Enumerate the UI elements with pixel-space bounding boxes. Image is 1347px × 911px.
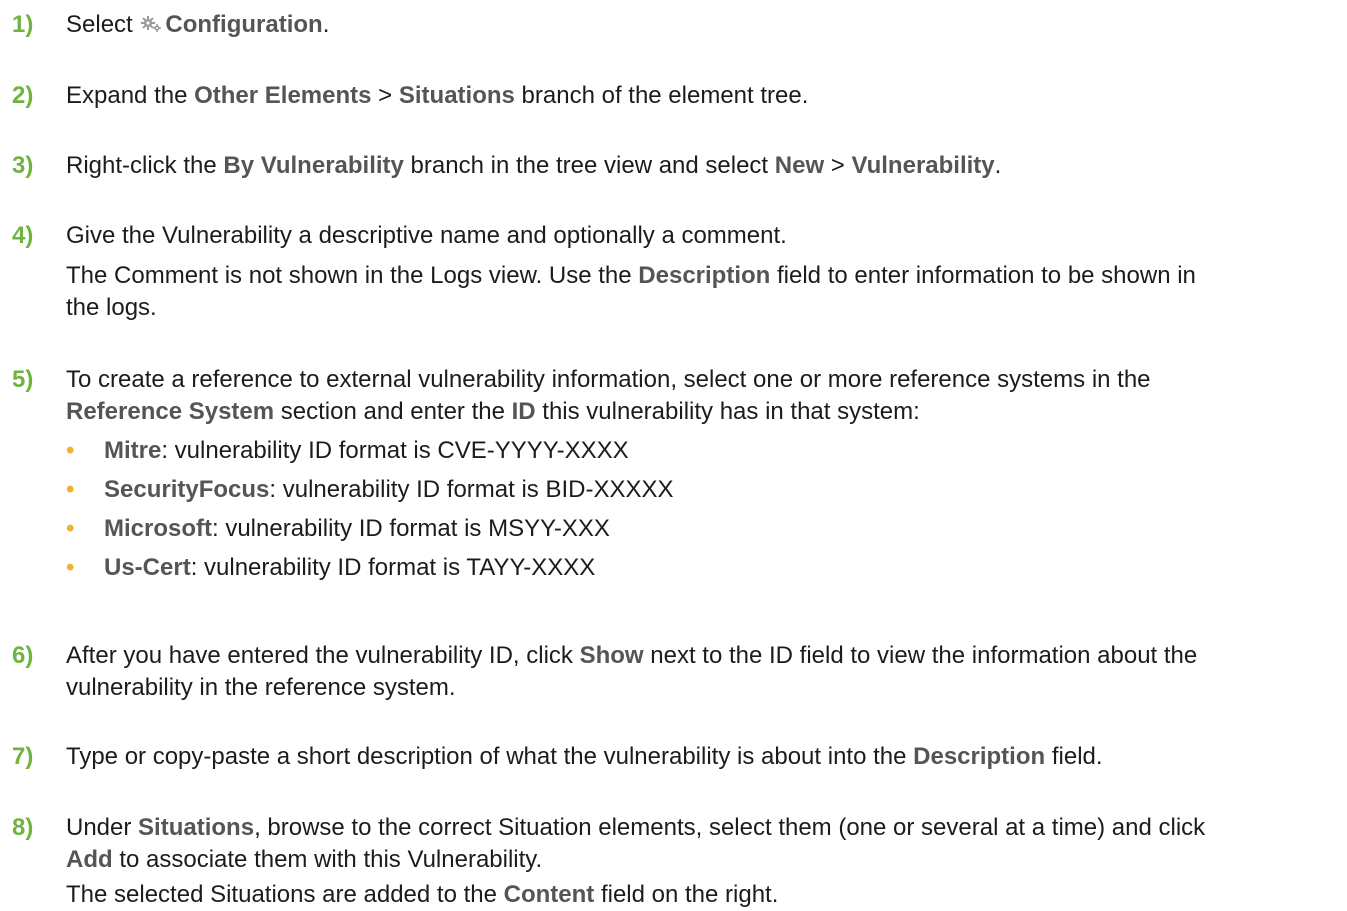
step-number: 4) [12,222,34,249]
step-number: 6) [12,642,34,669]
step-number: 3) [12,152,34,179]
list-item: • Mitre: vulnerability ID format is CVE-Y… [66,435,1335,467]
reference-system-list: • Mitre: vulnerability ID format is CVE-Y… [66,435,1335,584]
list-item: • Microsoft: vulnerability ID format is M… [66,513,1335,545]
bullet-icon: • [66,554,75,581]
list-item: • Us-Cert: vulnerability ID format is TAY… [66,552,1335,584]
step-number: 2) [12,82,34,109]
step-number: 1) [12,11,34,38]
bullet-icon: • [66,437,75,464]
step-text: Give the Vulnerability a descriptive nam… [66,220,1335,324]
configuration-label: Configuration [165,11,323,38]
list-item: • SecurityFocus: vulnerability ID format … [66,474,1335,506]
step-note: The Comment is not shown in the Logs vie… [66,262,1196,321]
bullet-icon: • [66,515,75,542]
step-text: After you have entered the vulnerability… [66,642,1198,701]
step-number: 5) [12,366,34,393]
step-text: To create a reference to external vulner… [66,364,1335,591]
step-text: Select Configuration. [66,11,330,38]
step-number: 8) [12,814,34,841]
step-text: Expand the Other Elements > Situations b… [66,82,809,109]
step-text: Under Situations, browse to the correct … [66,812,1335,911]
step-number: 7) [12,743,34,770]
step-text: Type or copy-paste a short description o… [66,743,1103,770]
gear-icon [141,16,162,32]
step-text: Right-click the By Vulnerability branch … [66,152,1002,179]
bullet-icon: • [66,476,75,503]
step-note: The selected Situations are added to the… [66,881,779,908]
